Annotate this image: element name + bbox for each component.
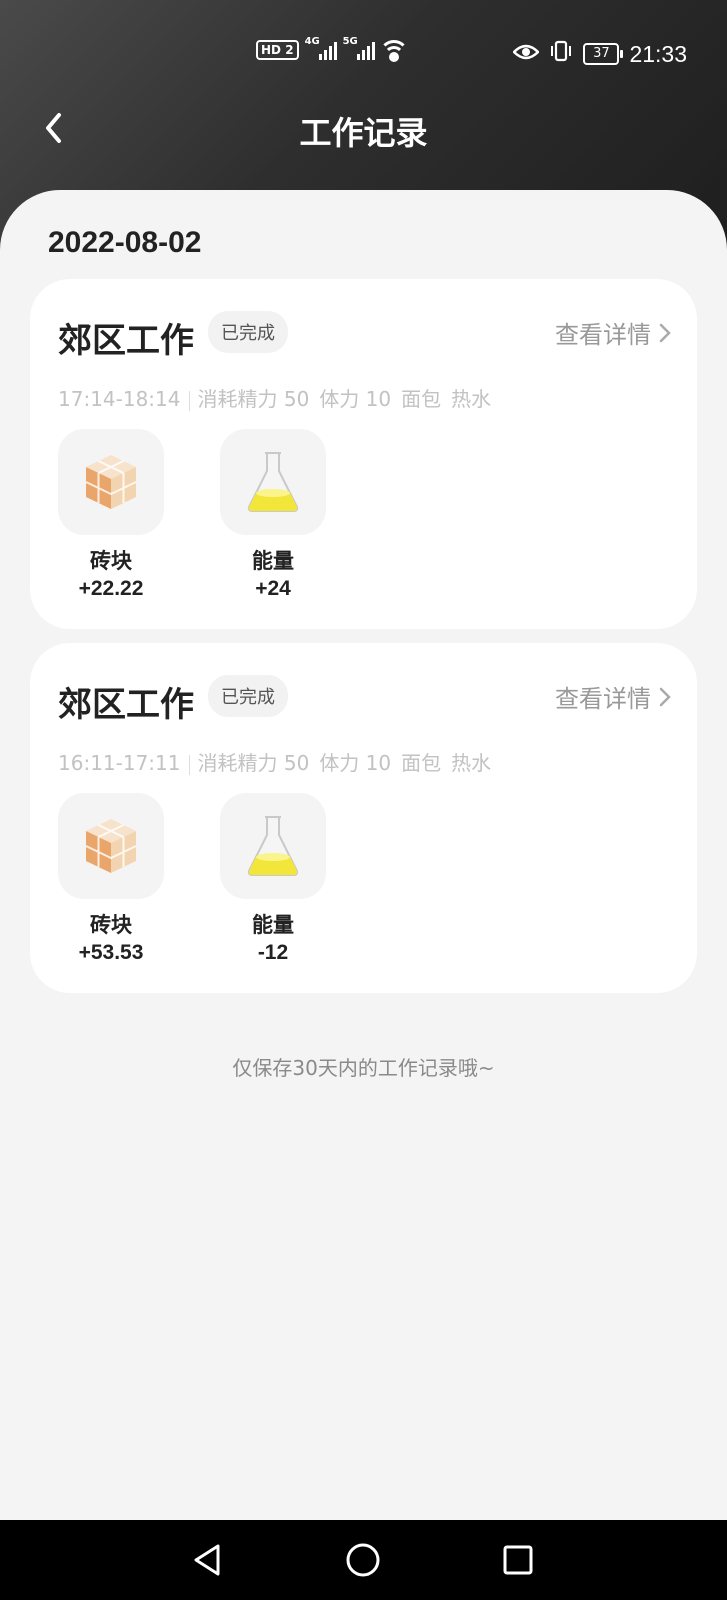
reward-value: +22.22 (78, 577, 144, 600)
vibrate-icon (549, 40, 573, 68)
hd-badge: HD 2 (256, 40, 299, 60)
eye-comfort-icon (512, 42, 541, 67)
system-indicators: 37 21:33 (512, 40, 687, 68)
record-date: 2022-08-02 (48, 226, 202, 259)
page-title: 工作记录 (299, 114, 428, 152)
cost-stamina: 体力 10 (319, 387, 392, 411)
work-title: 郊区工作 (58, 685, 194, 725)
clock: 21:33 (629, 40, 687, 67)
cost-bread: 面包 (401, 751, 442, 775)
reward-item: 砖块 +53.53 (58, 793, 164, 965)
nav-home-button[interactable] (343, 1540, 383, 1580)
reward-name: 砖块 (90, 549, 132, 573)
triangle-back-icon (194, 1544, 220, 1576)
time-range: 17:14-18:14 (58, 387, 181, 411)
status-bar: HD 2 4G 5G 37 21:33 (0, 30, 727, 76)
reward-name: 砖块 (90, 913, 132, 937)
divider (188, 754, 190, 775)
cost-energy: 消耗精力 50 (197, 751, 310, 775)
cost-hot-water: 热水 (451, 751, 492, 775)
record-meta: 17:14-18:14 消耗精力 50 体力 10 面包 热水 (58, 383, 501, 412)
reward-item: 能量 -12 (220, 793, 326, 965)
status-badge: 已完成 (208, 311, 288, 353)
signal-5g-icon: 5G (343, 36, 375, 60)
content-panel: 2022-08-02 郊区工作 已完成 查看详情 17:14-18:14 消耗精力… (0, 190, 727, 1520)
wifi-icon (378, 40, 409, 62)
view-details-link[interactable]: 查看详情 (555, 679, 671, 714)
view-details-label: 查看详情 (555, 685, 651, 713)
retention-note: 仅保存30天内的工作记录哦~ (232, 1056, 495, 1080)
cost-hot-water: 热水 (451, 387, 492, 411)
view-details-label: 查看详情 (555, 321, 651, 349)
reward-item: 砖块 +22.22 (58, 429, 164, 601)
reward-value: +24 (255, 577, 291, 600)
header: 工作记录 (0, 100, 727, 160)
system-nav-bar (0, 1520, 727, 1600)
nav-back-button[interactable] (188, 1540, 228, 1580)
signal-4g-icon: 4G (305, 36, 337, 60)
reward-name: 能量 (252, 913, 294, 937)
energy-flask-icon (220, 793, 326, 899)
record-meta: 16:11-17:11 消耗精力 50 体力 10 面包 热水 (58, 747, 501, 776)
network-indicators: HD 2 4G 5G (256, 36, 409, 62)
cost-bread: 面包 (401, 387, 442, 411)
reward-value: +53.53 (78, 941, 144, 964)
nav-recents-button[interactable] (498, 1540, 538, 1580)
time-range: 16:11-17:11 (58, 751, 181, 775)
work-record-card: 郊区工作 已完成 查看详情 16:11-17:11 消耗精力 50 体力 10 面包热… (30, 643, 697, 993)
circle-home-icon (346, 1543, 380, 1577)
chevron-right-icon (659, 323, 671, 342)
status-badge: 已完成 (208, 675, 288, 717)
cost-stamina: 体力 10 (319, 751, 392, 775)
reward-item: 能量 +24 (220, 429, 326, 601)
square-recents-icon (503, 1545, 533, 1575)
brick-cube-icon (58, 429, 164, 535)
energy-flask-icon (220, 429, 326, 535)
chevron-right-icon (659, 687, 671, 706)
work-record-card: 郊区工作 已完成 查看详情 17:14-18:14 消耗精力 50 体力 10 面包热… (30, 279, 697, 629)
battery-icon: 37 (583, 43, 624, 65)
divider (188, 390, 190, 411)
cost-energy: 消耗精力 50 (197, 387, 310, 411)
work-title: 郊区工作 (58, 321, 194, 361)
reward-value: -12 (257, 941, 289, 964)
brick-cube-icon (58, 793, 164, 899)
reward-name: 能量 (252, 549, 294, 573)
view-details-link[interactable]: 查看详情 (555, 315, 671, 350)
